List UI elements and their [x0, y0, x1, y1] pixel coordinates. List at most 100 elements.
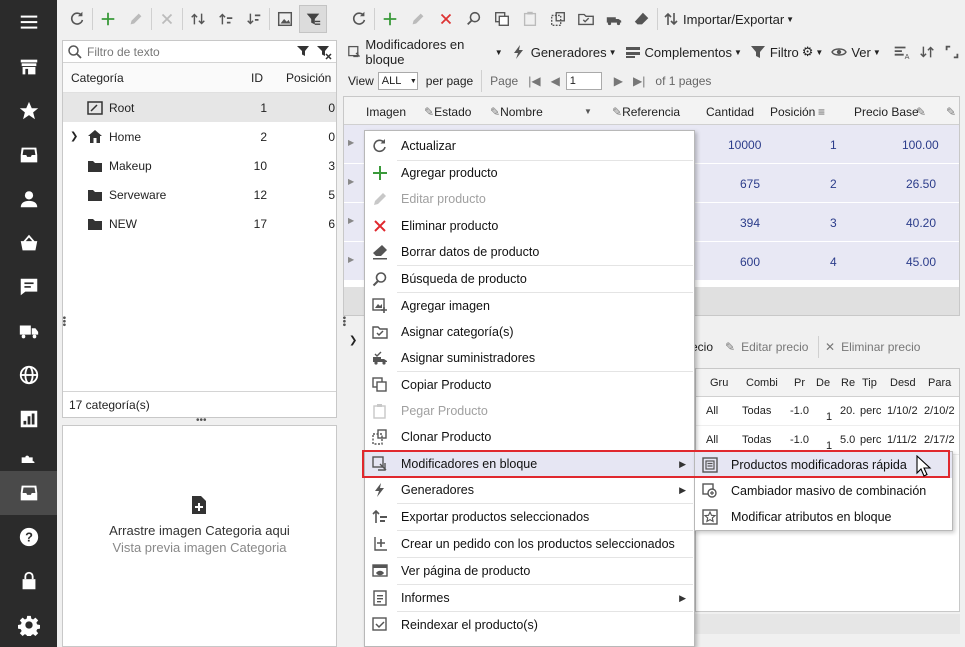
expand-chevron-icon[interactable]: ❯: [70, 131, 78, 142]
category-image-dropzone[interactable]: Arrastre imagen Categoria aqui Vista pre…: [62, 425, 337, 647]
menu-item-reports[interactable]: Informes ▶: [365, 585, 694, 611]
sort-icon[interactable]: [914, 38, 939, 66]
add-product-icon[interactable]: [376, 5, 404, 33]
menu-item-generators[interactable]: Generadores ▶: [365, 477, 694, 503]
delete-category-icon[interactable]: [153, 5, 181, 33]
view-menu[interactable]: Ver ▼: [831, 44, 881, 60]
per-page-select[interactable]: ALL ▼: [377, 72, 418, 90]
edit-price-button[interactable]: ✎ Editar precio: [725, 340, 808, 354]
edit-product-icon[interactable]: [404, 5, 432, 33]
column-header[interactable]: Pr: [794, 377, 805, 389]
filter-toggle-icon[interactable]: [299, 5, 327, 33]
help-icon[interactable]: ?: [0, 515, 57, 559]
prev-page-icon[interactable]: ◀: [551, 74, 560, 88]
row-expand-icon[interactable]: ▶: [348, 177, 354, 186]
menu-item-assign-suppliers[interactable]: Asignar suministradores: [365, 345, 694, 371]
edit-category-icon[interactable]: [122, 5, 150, 33]
hamburger-icon[interactable]: [0, 0, 57, 44]
page-number-input[interactable]: 1: [565, 72, 602, 90]
refresh-icon[interactable]: [63, 5, 91, 33]
import-export-menu[interactable]: Importar/Exportar ▼: [663, 11, 794, 27]
menu-item-assign-category[interactable]: Asignar categoría(s): [365, 319, 694, 345]
category-row-root[interactable]: Root 1 0: [63, 93, 336, 122]
menu-item-paste-product[interactable]: Pegar Producto: [365, 398, 694, 424]
lock-icon[interactable]: [0, 559, 57, 603]
assign-category-icon[interactable]: [572, 5, 600, 33]
add-category-icon[interactable]: [94, 5, 122, 33]
column-header-base-price[interactable]: Precio Base: [854, 105, 919, 119]
erase-icon[interactable]: [628, 5, 656, 33]
text-format-icon[interactable]: A: [889, 38, 914, 66]
column-header[interactable]: Gru: [710, 377, 728, 389]
column-header-image[interactable]: Imagen: [366, 105, 406, 119]
next-page-icon[interactable]: ▶: [614, 74, 623, 88]
category-row-home[interactable]: ❯ Home 2 0: [63, 122, 336, 151]
column-header-position[interactable]: Posición: [286, 71, 331, 85]
column-header-name[interactable]: ✎Nombre: [490, 105, 543, 119]
assign-supplier-icon[interactable]: [600, 5, 628, 33]
copy-icon[interactable]: [488, 5, 516, 33]
refresh-icon[interactable]: [345, 5, 373, 33]
category-row-serveware[interactable]: Serveware 12 5: [63, 180, 336, 209]
filter-icon[interactable]: [296, 44, 312, 60]
column-header[interactable]: Tip: [862, 377, 877, 389]
image-icon[interactable]: [271, 5, 299, 33]
delete-product-icon[interactable]: [432, 5, 460, 33]
menu-item-search-product[interactable]: Búsqueda de producto: [365, 266, 694, 292]
sort-desc-icon[interactable]: ▼: [584, 107, 592, 116]
menu-item-add-image[interactable]: Agregar imagen: [365, 293, 694, 319]
person-icon[interactable]: [0, 177, 57, 221]
sort-down-icon[interactable]: [240, 5, 268, 33]
store-icon[interactable]: [0, 45, 57, 89]
menu-item-clone-product[interactable]: Clonar Producto: [365, 424, 694, 450]
sort-up-icon[interactable]: [212, 5, 240, 33]
category-row-makeup[interactable]: Makeup 10 3: [63, 151, 336, 180]
menu-item-copy-product[interactable]: Copiar Producto: [365, 372, 694, 398]
products-icon[interactable]: [0, 471, 57, 515]
basket-icon[interactable]: [0, 221, 57, 265]
generators-menu[interactable]: Generadores ▼: [511, 44, 617, 60]
row-expand-icon[interactable]: ▶: [348, 216, 354, 225]
puzzle-icon[interactable]: [0, 441, 57, 463]
submenu-item-combination-changer[interactable]: Cambiador masivo de combinación: [695, 478, 952, 504]
category-filter-input[interactable]: Filtro de texto: [87, 45, 296, 59]
clear-filter-icon[interactable]: [316, 44, 332, 60]
truck-icon[interactable]: [0, 309, 57, 353]
column-header-reference[interactable]: ✎Referencia: [612, 105, 680, 119]
row-expand-icon[interactable]: ▶: [348, 138, 354, 147]
menu-item-add-product[interactable]: Agregar producto: [365, 160, 694, 186]
chat-icon[interactable]: [0, 265, 57, 309]
row-expand-icon[interactable]: ▶: [348, 255, 354, 264]
star-icon[interactable]: [0, 89, 57, 133]
search-icon[interactable]: [460, 5, 488, 33]
globe-icon[interactable]: [0, 353, 57, 397]
left-vertical-splitter[interactable]: •••: [58, 316, 69, 327]
table-row[interactable]: All Todas -1.0 1 20. perc 1/10/2 2/10/2: [696, 397, 959, 426]
vertical-splitter[interactable]: •••: [338, 316, 349, 327]
column-header-id[interactable]: ID: [251, 71, 263, 85]
menu-item-view-product-page[interactable]: Ver página de producto: [365, 558, 694, 584]
column-header-status[interactable]: ✎Estado: [424, 105, 471, 119]
menu-item-refresh[interactable]: Actualizar: [365, 133, 694, 159]
filter-menu[interactable]: Filtro ⚙ ▼: [750, 44, 823, 60]
column-header-position[interactable]: Posición: [770, 105, 815, 119]
menu-item-create-order[interactable]: Crear un pedido con los productos selecc…: [365, 531, 694, 557]
column-header[interactable]: Re: [841, 377, 855, 389]
column-header[interactable]: Para: [928, 377, 951, 389]
menu-item-reindex-products[interactable]: Reindexar el producto(s): [365, 612, 694, 638]
addons-menu[interactable]: Complementos ▼: [625, 44, 742, 60]
menu-item-delete-product[interactable]: Eliminar producto: [365, 213, 694, 239]
column-header-category[interactable]: Categoría: [71, 71, 124, 85]
menu-item-edit-product[interactable]: Editar producto: [365, 186, 694, 212]
last-page-icon[interactable]: ▶|: [633, 74, 645, 88]
column-header[interactable]: De: [816, 377, 830, 389]
delete-price-button[interactable]: ✕ Eliminar precio: [825, 340, 920, 354]
move-icon[interactable]: [184, 5, 212, 33]
column-header[interactable]: Combi: [746, 377, 778, 389]
menu-item-export-selected[interactable]: Exportar productos seleccionados: [365, 504, 694, 530]
column-header[interactable]: Desd: [890, 377, 916, 389]
bulk-modifiers-menu[interactable]: Modificadores en bloque ▼: [347, 37, 503, 67]
category-row-new[interactable]: NEW 17 6: [63, 209, 336, 238]
chart-icon[interactable]: [0, 397, 57, 441]
menu-item-erase-product-data[interactable]: Borrar datos de producto: [365, 239, 694, 265]
